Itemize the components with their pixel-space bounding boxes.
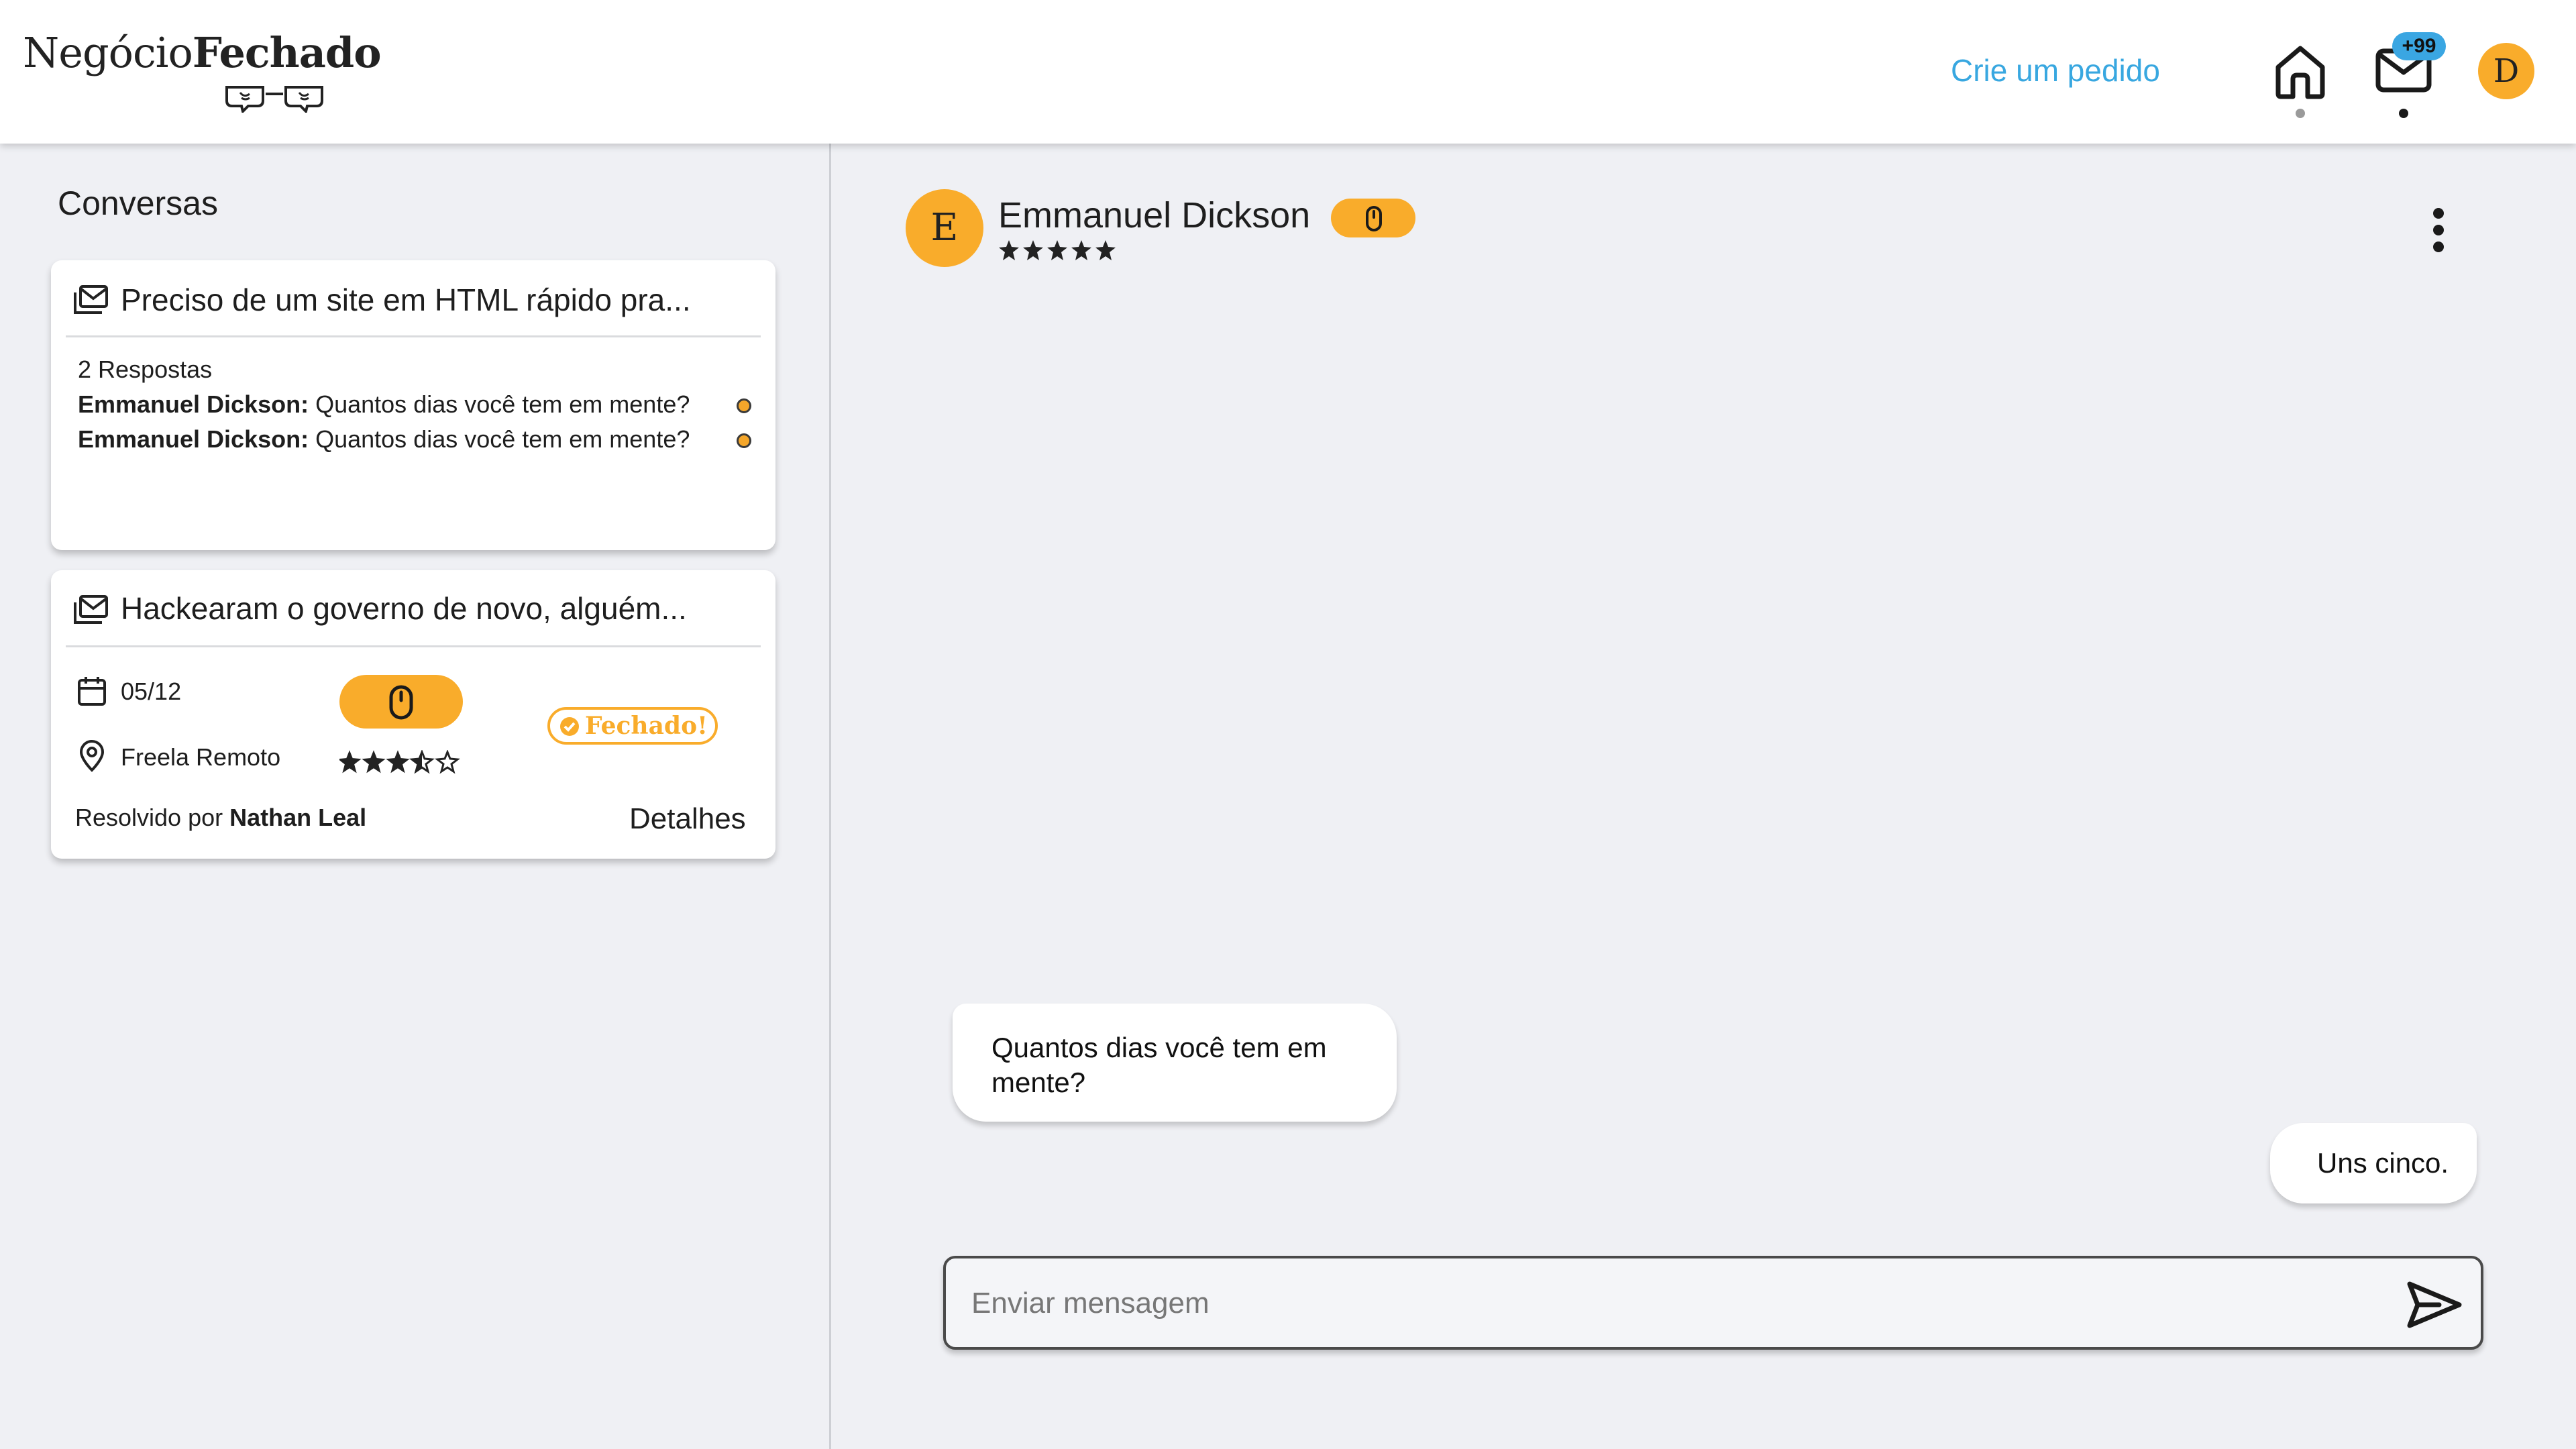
replies-count: 2 Respostas <box>78 356 213 383</box>
conversation-card[interactable]: Preciso de um site em HTML rápido pra...… <box>51 260 775 550</box>
resolved-by-name: Nathan Leal <box>229 804 367 831</box>
request-location: Freela Remoto <box>121 743 281 771</box>
resolved-prefix: Resolvido por <box>75 804 230 831</box>
category-pill <box>339 675 463 729</box>
reply-text: Quantos dias você tem em mente? <box>309 425 690 453</box>
conversation-card[interactable]: Hackearam o governo de novo, alguém... 0… <box>51 570 775 859</box>
send-icon[interactable] <box>2406 1280 2463 1330</box>
top-header: NegócioFechado Crie um pedido +99 D <box>0 0 2576 144</box>
sent-message-bubble: Uns cinco. <box>2270 1123 2477 1203</box>
unread-dot <box>737 433 751 448</box>
details-link[interactable]: Detalhes <box>629 802 746 836</box>
user-avatar[interactable]: D <box>2478 43 2534 99</box>
check-circle-icon <box>560 717 579 736</box>
resolved-by: Resolvido por Nathan Leal <box>75 804 366 832</box>
location-pin-icon <box>79 740 105 772</box>
create-request-link[interactable]: Crie um pedido <box>1951 52 2160 89</box>
reply-author: Emmanuel Dickson: <box>78 425 309 453</box>
message-input[interactable] <box>970 1258 2381 1348</box>
conversation-title: Hackearam o governo de novo, alguém... <box>121 591 687 626</box>
unread-dot <box>737 398 751 413</box>
calendar-icon <box>78 677 106 706</box>
rating-stars <box>339 750 460 774</box>
panel-divider <box>829 144 831 1449</box>
reply-preview[interactable]: Emmanuel Dickson: Quantos dias você tem … <box>78 390 690 419</box>
notification-badge: +99 <box>2392 32 2446 60</box>
message-text: Quantos dias você tem em mente? <box>991 1032 1327 1098</box>
mail-indicator-dot <box>2399 109 2408 118</box>
message-text: Uns cinco. <box>2317 1147 2449 1179</box>
conversation-title: Preciso de um site em HTML rápido pra... <box>121 282 691 317</box>
contact-rating-stars <box>999 240 1116 260</box>
request-date: 05/12 <box>121 678 182 705</box>
status-text: Fechado! <box>585 712 708 740</box>
contact-avatar[interactable]: E <box>906 189 983 267</box>
messages-icon <box>74 285 108 314</box>
status-badge-closed: Fechado! <box>547 707 718 745</box>
conversations-title: Conversas <box>58 184 218 222</box>
received-message-bubble: Quantos dias você tem em mente? <box>953 1004 1397 1122</box>
reply-text: Quantos dias você tem em mente? <box>309 390 690 418</box>
home-indicator-dot <box>2296 109 2305 118</box>
card-divider <box>66 645 761 647</box>
reply-author: Emmanuel Dickson: <box>78 390 309 418</box>
contact-name: Emmanuel Dickson <box>998 195 1311 235</box>
messages-icon <box>74 595 108 624</box>
handshake-logo-icon <box>225 86 323 113</box>
mouse-icon <box>389 685 413 720</box>
logo[interactable]: NegócioFechado <box>23 28 382 122</box>
contact-category-pill <box>1331 199 1415 237</box>
logo-text-fechado: Fechado <box>192 28 382 77</box>
reply-preview[interactable]: Emmanuel Dickson: Quantos dias você tem … <box>78 425 690 453</box>
card-divider <box>66 335 761 337</box>
logo-text-negocio: Negócio <box>23 28 193 77</box>
mouse-icon <box>1366 206 1382 231</box>
more-options-icon[interactable] <box>2427 207 2450 254</box>
home-icon[interactable] <box>2274 43 2326 99</box>
message-input-box[interactable] <box>943 1256 2483 1350</box>
